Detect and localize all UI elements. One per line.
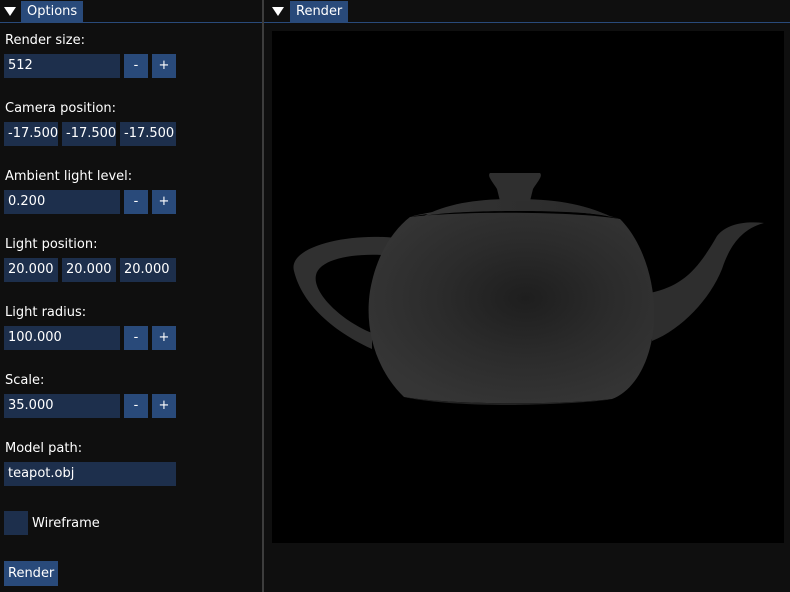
light-position-x-input[interactable]: 20.000 — [4, 258, 58, 282]
wireframe-checkbox[interactable] — [4, 511, 28, 535]
collapse-triangle-icon[interactable] — [268, 1, 289, 22]
ambient-light-input[interactable]: 0.200 — [4, 190, 120, 214]
options-titlebar[interactable]: Options — [0, 0, 262, 23]
light-position-label: Light position: — [5, 237, 98, 252]
options-titlebar-line — [0, 22, 262, 23]
camera-position-label: Camera position: — [5, 101, 117, 116]
render-titlebar-line — [264, 22, 790, 23]
light-radius-plus-button[interactable]: + — [152, 326, 176, 350]
camera-position-y-input[interactable]: -17.500 — [62, 122, 116, 146]
ambient-light-minus-button[interactable]: - — [124, 190, 148, 214]
options-title-tab[interactable]: Options — [21, 1, 84, 22]
light-position-z-input[interactable]: 20.000 — [120, 258, 176, 282]
light-radius-input[interactable]: 100.000 — [4, 326, 120, 350]
light-radius-minus-button[interactable]: - — [124, 326, 148, 350]
scale-input[interactable]: 35.000 — [4, 394, 120, 418]
render-canvas — [272, 31, 784, 543]
render-size-minus-button[interactable]: - — [124, 54, 148, 78]
scale-label: Scale: — [5, 373, 45, 388]
render-button[interactable]: Render — [4, 561, 59, 586]
ambient-light-plus-button[interactable]: + — [152, 190, 176, 214]
camera-position-x-input[interactable]: -17.500 — [4, 122, 58, 146]
light-radius-label: Light radius: — [5, 305, 87, 320]
render-size-input[interactable]: 512 — [4, 54, 120, 78]
teapot-render-image — [293, 173, 764, 405]
wireframe-label: Wireframe — [32, 516, 100, 531]
render-size-label: Render size: — [5, 33, 85, 48]
ambient-light-label: Ambient light level: — [5, 169, 133, 184]
scale-plus-button[interactable]: + — [152, 394, 176, 418]
render-size-plus-button[interactable]: + — [152, 54, 176, 78]
model-path-input[interactable]: teapot.obj — [4, 462, 176, 486]
model-path-label: Model path: — [5, 441, 83, 456]
camera-position-z-input[interactable]: -17.500 — [120, 122, 176, 146]
render-title: Render — [296, 4, 343, 19]
render-titlebar[interactable]: Render — [264, 0, 790, 23]
options-window: Options Render size: 512 - + Camera posi… — [0, 0, 262, 592]
options-title: Options — [27, 4, 78, 19]
render-title-tab[interactable]: Render — [290, 1, 349, 22]
scale-minus-button[interactable]: - — [124, 394, 148, 418]
light-position-y-input[interactable]: 20.000 — [62, 258, 116, 282]
collapse-triangle-icon[interactable] — [0, 1, 21, 22]
